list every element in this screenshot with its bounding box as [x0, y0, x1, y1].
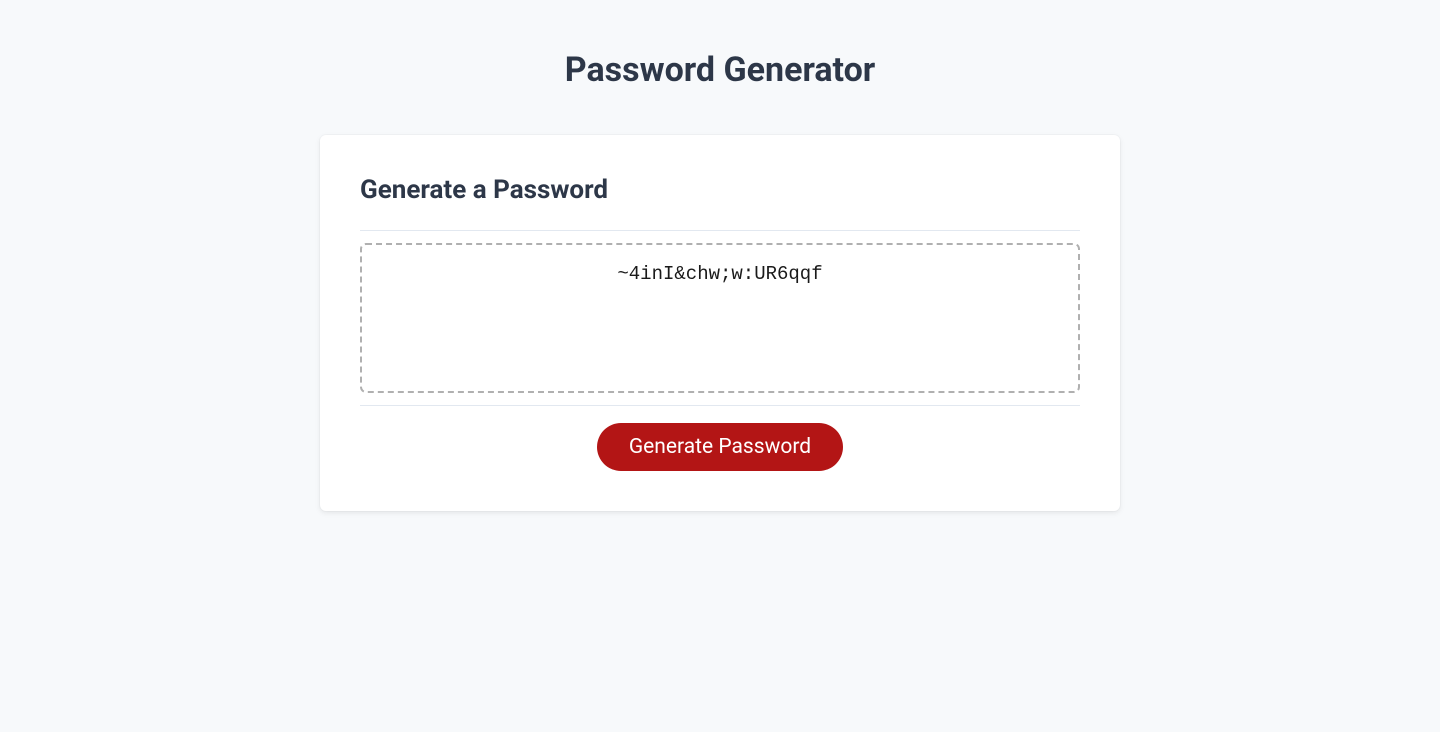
password-card: Generate a Password ~4inI&chw;w:UR6qqf G…	[320, 135, 1120, 511]
password-output: ~4inI&chw;w:UR6qqf	[360, 243, 1080, 393]
page-title: Password Generator	[320, 50, 1120, 90]
generate-password-button[interactable]: Generate Password	[597, 423, 843, 471]
card-heading: Generate a Password	[360, 175, 1080, 231]
card-footer: Generate Password	[360, 405, 1080, 471]
